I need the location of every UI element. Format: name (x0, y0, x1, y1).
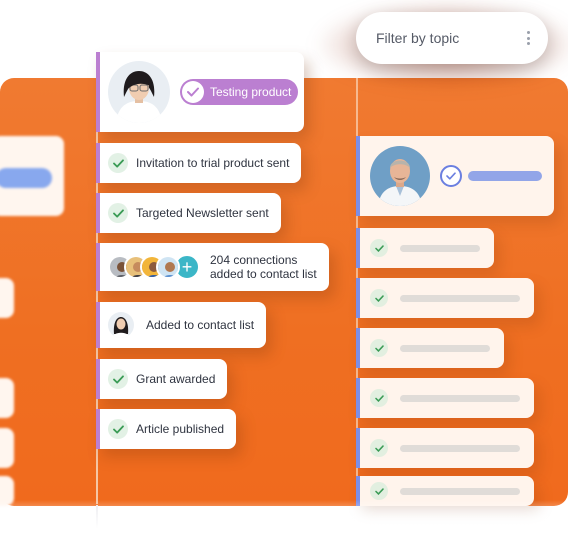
right-event-placeholder (356, 378, 534, 418)
check-icon (370, 239, 388, 257)
connections-text: 204 connections added to contact list (210, 253, 317, 281)
event-label: Invitation to trial product sent (136, 156, 290, 170)
avatar (108, 61, 170, 123)
bottom-fade (0, 500, 568, 548)
check-icon (108, 153, 128, 173)
avatar (108, 312, 134, 338)
avatar (370, 146, 430, 206)
event-label: Article published (136, 422, 225, 436)
connections-desc: added to contact list (210, 267, 317, 281)
avatar-stack: + (108, 254, 200, 280)
check-icon (370, 482, 388, 500)
placeholder-line (400, 487, 520, 495)
right-event-placeholder (356, 428, 534, 468)
testing-product-label: Testing product (210, 85, 292, 99)
kebab-menu-icon[interactable] (526, 31, 530, 45)
placeholder-line (400, 394, 520, 402)
left-event-card (0, 378, 14, 418)
check-icon (108, 369, 128, 389)
filter-by-topic-dropdown[interactable]: Filter by topic (356, 12, 548, 64)
avatar (156, 255, 180, 279)
event-connections[interactable]: + 204 connections added to contact list (96, 243, 329, 291)
event-invitation[interactable]: Invitation to trial product sent (96, 143, 302, 183)
left-event-card (0, 278, 14, 318)
right-event-placeholder (356, 278, 534, 318)
event-newsletter[interactable]: Targeted Newsletter sent (96, 193, 281, 233)
check-icon (108, 203, 128, 223)
left-event-card (0, 428, 14, 468)
left-blurred-column (0, 0, 90, 548)
check-icon (108, 419, 128, 439)
event-grant[interactable]: Grant awarded (96, 359, 228, 399)
placeholder-line (400, 444, 520, 452)
check-icon (440, 165, 462, 187)
event-label: Grant awarded (136, 372, 216, 386)
placeholder-line (400, 344, 490, 352)
event-label: Targeted Newsletter sent (136, 206, 269, 220)
filter-label: Filter by topic (376, 30, 460, 46)
check-icon (370, 389, 388, 407)
check-icon (370, 339, 388, 357)
right-profile-card[interactable] (356, 136, 554, 216)
testing-product-tag[interactable]: Testing product (180, 79, 298, 105)
profile-card[interactable]: Testing product (96, 52, 304, 132)
placeholder-line (400, 294, 520, 302)
right-event-placeholder (356, 328, 504, 368)
event-added-contact[interactable]: Added to contact list (96, 302, 267, 348)
event-article[interactable]: Article published (96, 409, 237, 449)
left-profile-bar (0, 168, 52, 188)
check-icon (182, 81, 204, 103)
event-label: Added to contact list (146, 318, 255, 332)
right-event-placeholder (356, 228, 494, 268)
check-icon (370, 439, 388, 457)
connections-count: 204 connections (210, 253, 298, 267)
placeholder-bar (468, 171, 542, 181)
placeholder-line (400, 244, 480, 252)
check-icon (370, 289, 388, 307)
